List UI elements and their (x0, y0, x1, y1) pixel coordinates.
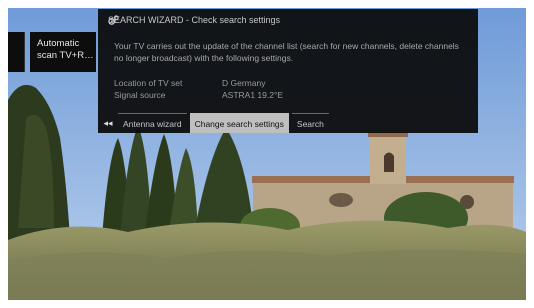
setting-row-location: Location of TV set D Germany (114, 78, 265, 88)
tv-screen: Automatic scan TV+R… SEARCH WIZARD - Che… (8, 8, 526, 300)
dialog-title-bar: SEARCH WIZARD - Check search settings (108, 15, 280, 25)
double-left-arrow-icon[interactable]: ◂◂ (98, 113, 118, 133)
setting-label: Location of TV set (114, 78, 183, 88)
dialog-title: SEARCH WIZARD - Check search settings (108, 15, 281, 25)
setting-label: Signal source (114, 90, 166, 100)
sidebar-item-label-line1: Automatic (37, 38, 80, 49)
nav-antenna-wizard[interactable]: Antenna wizard (118, 113, 187, 133)
wizard-navigation: ◂◂ Antenna wizard Change search settings… (98, 113, 478, 133)
nav-change-search-settings[interactable]: Change search settings (189, 113, 289, 133)
setting-value: ASTRA1 19.2°E (222, 90, 284, 100)
gears-icon (108, 15, 119, 25)
sidebar-item-automatic-scan[interactable]: Automatic scan TV+R… (30, 32, 96, 72)
search-wizard-dialog: SEARCH WIZARD - Check search settings Yo… (98, 9, 478, 133)
dialog-description: Your TV carries out the update of the ch… (114, 41, 459, 63)
setting-row-signal-source: Signal source ASTRA1 19.2°E (114, 90, 283, 100)
nav-search[interactable]: Search (291, 113, 329, 133)
tv-screen-frame: Automatic scan TV+R… SEARCH WIZARD - Che… (0, 0, 534, 308)
sidebar-item-prev[interactable] (8, 32, 25, 72)
sidebar-item-label-line2: scan TV+R… (37, 50, 94, 61)
setting-value: D Germany (222, 78, 266, 88)
